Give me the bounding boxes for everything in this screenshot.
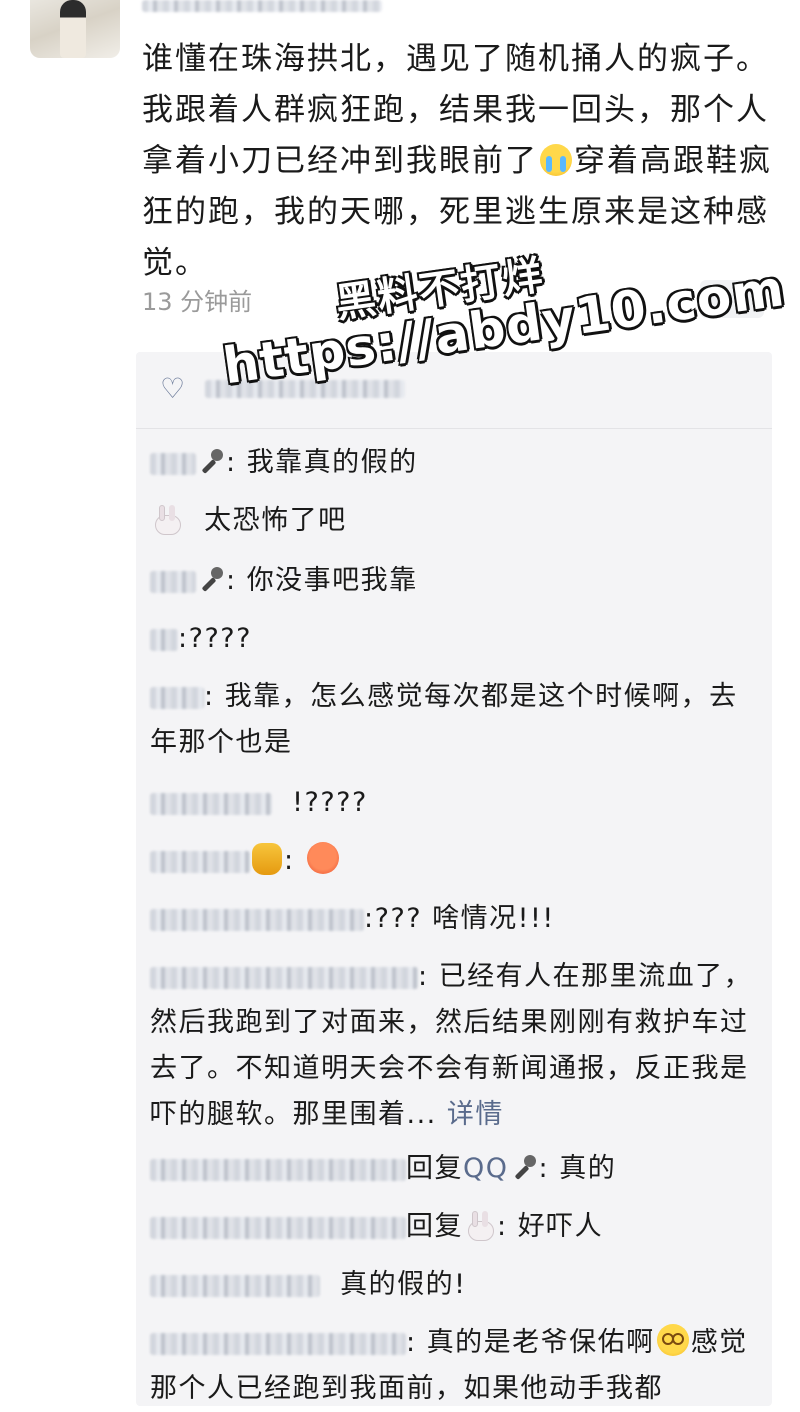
commenter-name-blurred[interactable] — [150, 1274, 320, 1297]
commenter-name-blurred[interactable] — [150, 452, 196, 475]
honey-pot-icon — [252, 843, 282, 875]
comment-item[interactable]: : 你没事吧我靠 — [150, 558, 760, 604]
comment-separator: : — [226, 565, 247, 596]
comment-text: 真的是老爷保佑啊 — [426, 1327, 655, 1358]
crying-face-icon — [540, 144, 572, 176]
comment-item[interactable]: 太恐怖了吧 — [150, 498, 760, 544]
bunny-icon — [465, 1211, 495, 1241]
comment-item[interactable]: : 我靠，怎么感觉每次都是这个时候啊，去年那个也是 — [150, 674, 760, 766]
read-more-link[interactable]: 详情 — [447, 1099, 504, 1130]
comment-item[interactable]: : 已经有人在那里流血了，然后我跑到了对面来，然后结果刚刚有救护车过去了。不知道… — [150, 954, 760, 1138]
comment-text: !???? — [292, 787, 368, 818]
reply-prefix: 回复 — [406, 1153, 463, 1184]
commenter-name-blurred[interactable] — [150, 792, 272, 815]
comment-separator: : — [406, 1327, 427, 1358]
comment-item[interactable]: 真的假的! — [150, 1262, 760, 1308]
post-timestamp: 13 分钟前 — [142, 288, 253, 316]
commenter-name-blurred[interactable] — [150, 850, 250, 873]
comment-separator: : — [538, 1153, 560, 1184]
commenter-name-blurred[interactable] — [150, 570, 196, 593]
comment-text: ??? 啥情况!!! — [374, 903, 555, 934]
microphone-icon — [198, 448, 224, 476]
comment-item[interactable]: :???? — [150, 616, 760, 662]
microphone-icon — [511, 1154, 537, 1182]
commenter-name-blurred[interactable] — [150, 908, 364, 931]
likes-divider — [136, 428, 772, 429]
comment-text: 我靠，怎么感觉每次都是这个时候啊，去年那个也是 — [150, 681, 738, 758]
avatar[interactable] — [30, 0, 120, 58]
comment-separator: : — [284, 845, 295, 876]
angry-face-icon — [306, 842, 339, 874]
post-text: 谁懂在珠海拱北，遇见了随机捅人的疯子。我跟着人群疯狂跑，结果我一回头，那个人拿着… — [142, 34, 772, 289]
comment-item[interactable]: 回复QQ: 真的 — [150, 1146, 760, 1192]
commenter-name-blurred[interactable] — [150, 628, 178, 651]
comment-text: 我靠真的假的 — [246, 447, 418, 478]
comment-item[interactable]: : — [150, 838, 760, 884]
comment-item[interactable]: 回复: 好吓人 — [150, 1204, 760, 1250]
commenter-name-blurred[interactable] — [150, 686, 204, 709]
commenter-name-blurred[interactable] — [150, 1332, 406, 1355]
reply-to-name[interactable]: QQ — [463, 1153, 509, 1184]
commenter-name-blurred[interactable] — [150, 1158, 406, 1181]
commenter-name-blurred[interactable] — [150, 1216, 406, 1239]
reply-prefix: 回复 — [406, 1211, 463, 1242]
comment-separator: : — [418, 961, 439, 992]
comment-item[interactable]: : 真的是老爷保佑啊 感觉那个人已经跑到我面前，如果他动手我都 — [150, 1320, 760, 1412]
comment-separator: : — [178, 623, 189, 654]
comment-separator: : — [204, 681, 225, 712]
comment-text: 真的 — [559, 1153, 617, 1184]
comment-separator: : — [226, 447, 247, 478]
dizzy-face-icon — [656, 1324, 689, 1356]
more-options-button[interactable]: •• — [700, 280, 764, 318]
post-author-name-blurred[interactable] — [142, 0, 382, 12]
comment-item[interactable]: !???? — [150, 780, 760, 826]
comment-text: 你没事吧我靠 — [246, 565, 418, 596]
comment-text: 太恐怖了吧 — [204, 505, 347, 536]
comment-separator: : — [364, 903, 375, 934]
comment-text: 真的假的! — [340, 1269, 467, 1300]
comment-separator: : — [497, 1211, 518, 1242]
microphone-icon — [198, 566, 224, 594]
comment-item[interactable]: :??? 啥情况!!! — [150, 896, 760, 942]
commenter-name-blurred[interactable] — [150, 966, 418, 989]
comment-item[interactable]: : 我靠真的假的 — [150, 440, 760, 486]
comment-text: ???? — [188, 623, 252, 654]
comment-text: 好吓人 — [517, 1211, 604, 1242]
bunny-icon — [152, 505, 182, 535]
likes-names-blurred — [205, 380, 405, 398]
heart-icon[interactable]: ♡ — [160, 372, 185, 405]
